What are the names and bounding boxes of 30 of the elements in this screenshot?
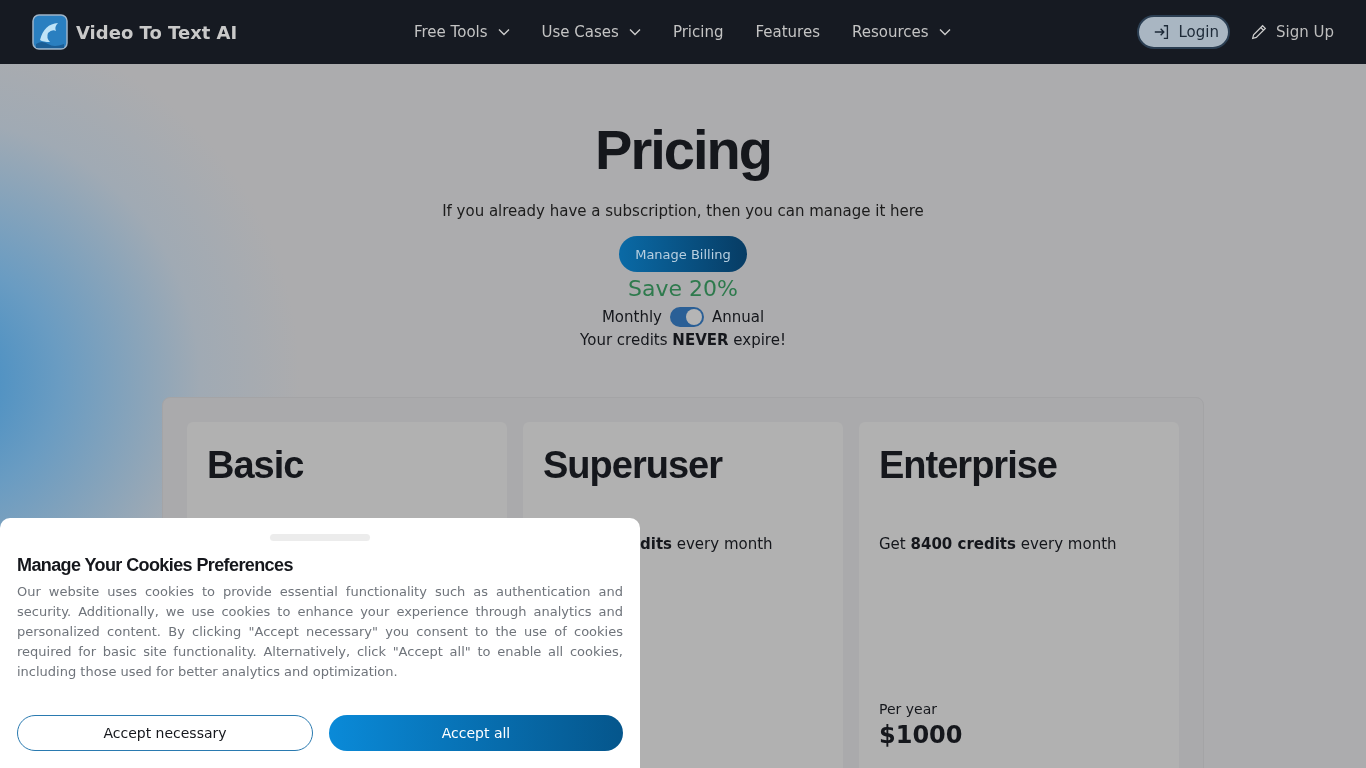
- manage-billing-button[interactable]: Manage Billing: [619, 236, 747, 272]
- cookie-text: Our website uses cookies to provide essential functionality such as authentication and security. Additionally, we use cookies to enhance your experience through analytics and personalized content. By clicking "Accept necessary" you consent to the use of cookies required for basic site functionality. Alternatively, click "Accept all" to enable all cookies, including those used for better analytics and optimization.: [17, 583, 623, 681]
- plan-description: dits every month: [640, 535, 774, 553]
- save-label: Save 20%: [628, 276, 738, 301]
- billing-toggle[interactable]: [669, 307, 704, 327]
- annual-label: Annual: [711, 308, 765, 326]
- brand-name[interactable]: Video To Text AI: [76, 21, 238, 43]
- plan-description: Get 8400 credits every month: [879, 535, 1118, 553]
- accept-button[interactable]: Accept necessary: [17, 715, 313, 751]
- plan-price: $1000: [879, 721, 964, 749]
- plan-name: Basic: [207, 444, 305, 487]
- nav-link[interactable]: Resources: [851, 23, 951, 41]
- price-period: Per year: [879, 701, 938, 717]
- nav-link[interactable]: Free Tools: [414, 23, 510, 41]
- login-button[interactable]: Login: [1136, 15, 1230, 49]
- dolphin-logo-icon[interactable]: [32, 14, 68, 50]
- sign-up-link[interactable]: Sign Up: [1246, 23, 1334, 41]
- plan-name: Enterprise: [879, 444, 1058, 487]
- page-title: Pricing: [595, 117, 771, 183]
- nav-link[interactable]: Pricing: [672, 23, 724, 41]
- credits-note: Your credits NEVER expire!: [580, 331, 786, 349]
- pencil-icon: [1250, 23, 1268, 41]
- plan-name: Superuser: [543, 444, 724, 487]
- monthly-label: Monthly: [601, 308, 662, 326]
- cookie-title: Manage Your Cookies Preferences: [17, 555, 294, 576]
- nav-link[interactable]: Use Cases: [541, 23, 641, 41]
- subtitle-text: If you already have a subscription, then you can manage it here: [442, 202, 924, 220]
- accept-button[interactable]: Accept all: [329, 715, 623, 751]
- login-arrow-icon: [1152, 23, 1171, 41]
- nav-link[interactable]: Features: [755, 23, 820, 41]
